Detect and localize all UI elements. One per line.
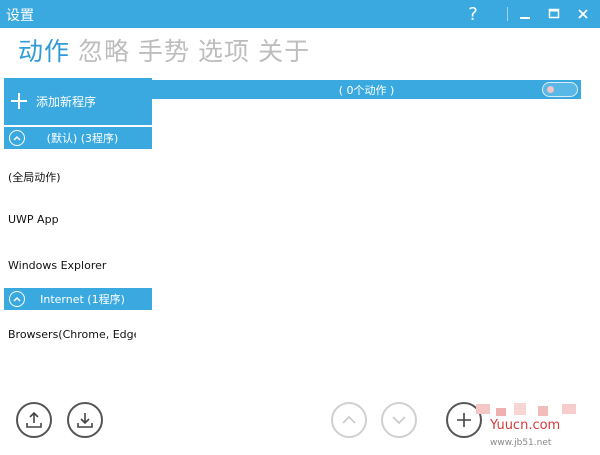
plus-icon (4, 90, 34, 114)
group-label: (默认) (3程序) (46, 132, 119, 145)
chevron-up-icon[interactable] (9, 291, 25, 307)
window-title: 设置 (6, 8, 34, 24)
export-button[interactable] (16, 402, 52, 438)
list-item[interactable]: UWP App (8, 213, 136, 226)
toggle-knob (547, 86, 554, 93)
group-header-internet[interactable]: Internet (1程序) (4, 288, 152, 310)
tab-ignore[interactable]: 忽略 (78, 34, 130, 70)
actions-header: ( 0个动作 ) (152, 80, 581, 99)
minimize-icon[interactable] (510, 0, 540, 28)
list-item[interactable]: Browsers(Chrome, Edge (8, 328, 136, 341)
upload-icon (26, 411, 42, 428)
enable-toggle[interactable] (542, 82, 578, 97)
group-header-default[interactable]: (默认) (3程序) (4, 127, 152, 149)
action-count: ( 0个动作 ) (338, 84, 395, 97)
watermark-text: Yuucn.com (489, 418, 560, 433)
maximize-icon[interactable] (539, 0, 569, 28)
list-item[interactable]: Windows Explorer (8, 259, 136, 272)
move-down-button[interactable] (381, 402, 417, 438)
watermark: Yuucn.com www.jb51.net (470, 400, 600, 455)
tab-options[interactable]: 选项 (198, 34, 250, 70)
move-up-button[interactable] (331, 402, 367, 438)
tab-bar: 动作 忽略 手势 选项 关于 (18, 34, 310, 70)
list-item[interactable]: (全局动作) (8, 169, 136, 185)
arrow-up-icon (342, 415, 356, 424)
help-icon[interactable]: ? (458, 0, 488, 28)
tab-actions[interactable]: 动作 (18, 34, 70, 70)
tab-gestures[interactable]: 手势 (138, 34, 190, 70)
import-button[interactable] (67, 402, 103, 438)
download-icon (77, 413, 93, 428)
chevron-up-icon[interactable] (9, 130, 25, 146)
tab-about[interactable]: 关于 (258, 34, 310, 70)
close-icon[interactable] (568, 0, 598, 28)
title-divider (507, 7, 508, 21)
title-bar: 设置 ? (0, 0, 600, 28)
add-program-button[interactable]: 添加新程序 (4, 78, 152, 125)
watermark-subtext: www.jb51.net (490, 438, 552, 448)
arrow-down-icon (392, 416, 406, 425)
group-label: Internet (1程序) (40, 293, 125, 306)
program-sidebar: 添加新程序 (默认) (3程序) (全局动作) UWP App Windows … (4, 78, 152, 378)
add-program-label: 添加新程序 (36, 95, 97, 109)
